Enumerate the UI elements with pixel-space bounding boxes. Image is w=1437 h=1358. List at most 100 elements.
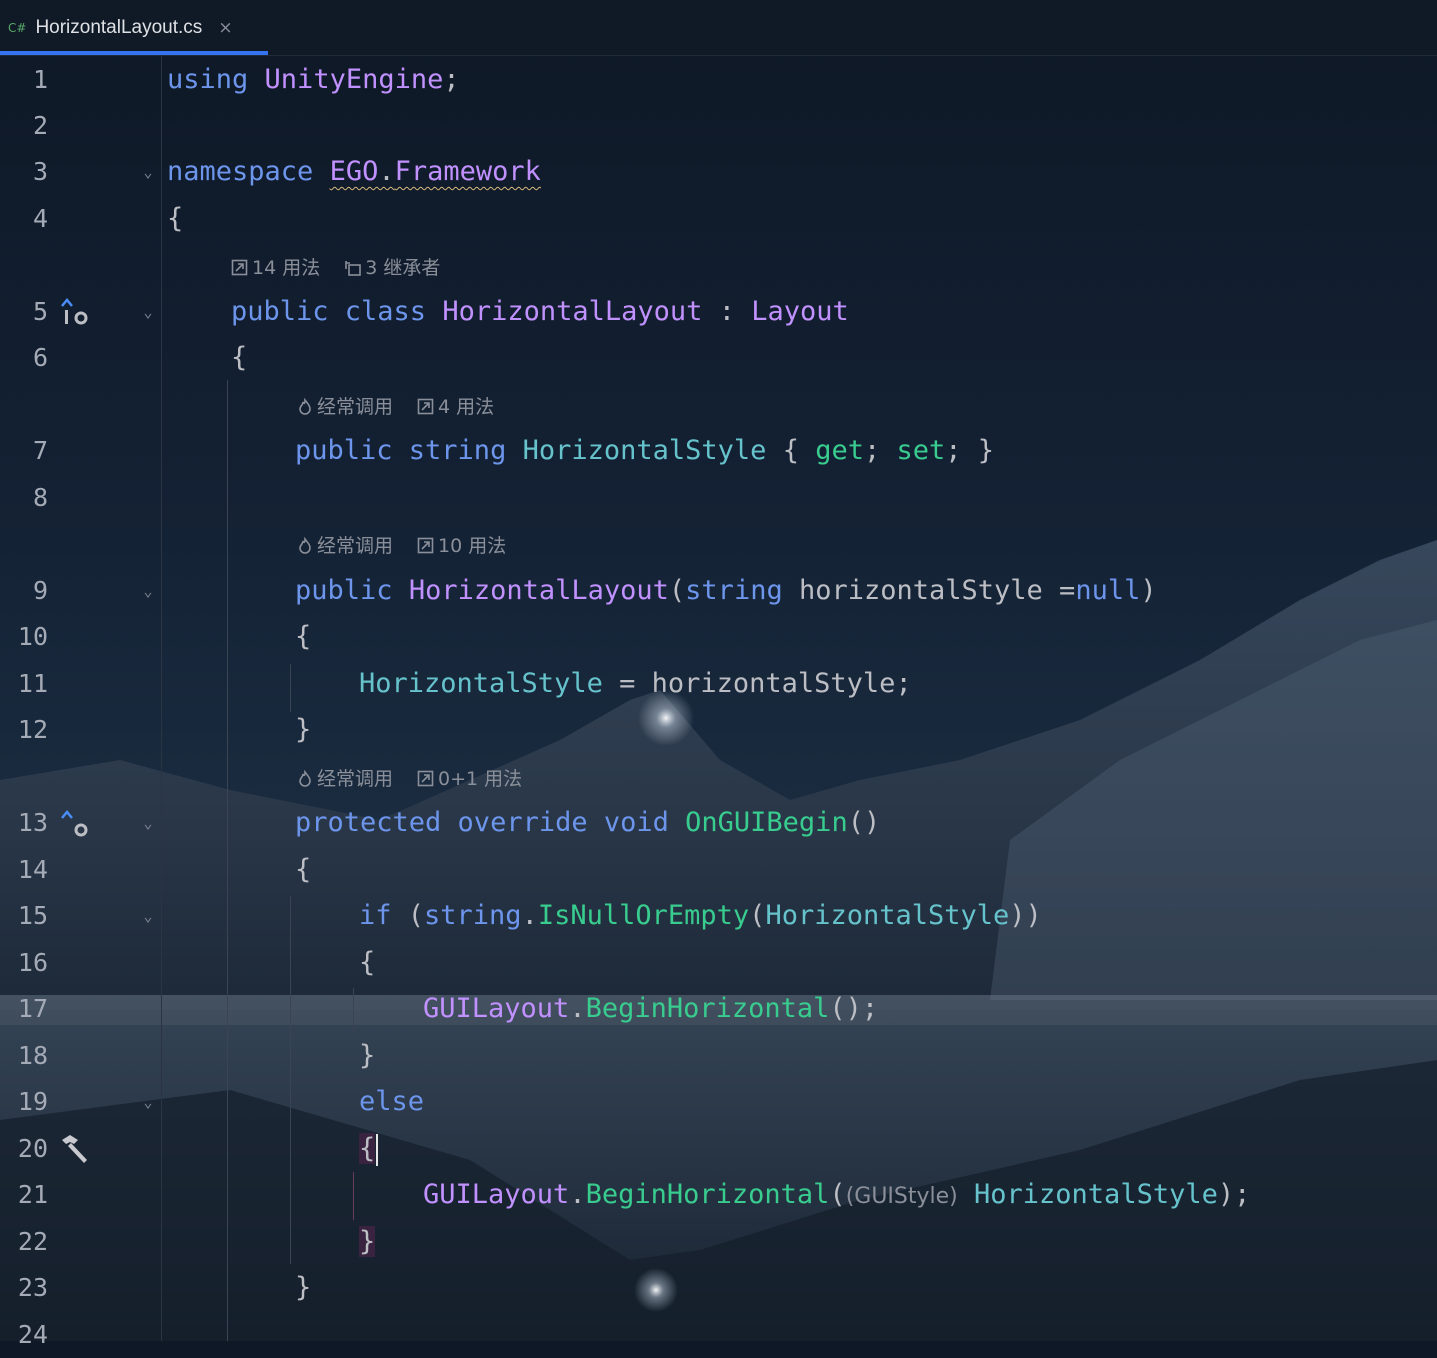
matched-brace: } (359, 1226, 376, 1257)
line-number: 17 (17, 994, 48, 1023)
punctuation: () (847, 807, 881, 838)
line-number: 14 (17, 855, 48, 884)
code-line-11[interactable]: HorizontalStyle = horizontalStyle; (359, 661, 912, 707)
line-number: 21 (17, 1180, 48, 1209)
indent-guide (353, 988, 354, 1032)
line-number: 9 (32, 576, 48, 605)
method-name: BeginHorizontal (585, 1179, 830, 1210)
usages-icon (417, 770, 434, 787)
usages-icon (417, 537, 434, 554)
code-line-18[interactable]: } (359, 1033, 375, 1079)
code-line-16[interactable]: { (359, 940, 375, 986)
code-line-13[interactable]: protected override void OnGUIBegin() (295, 800, 880, 846)
frequent-call-hint[interactable]: 经常调用 (317, 764, 393, 794)
line-number: 24 (17, 1320, 48, 1349)
punctuation: ( (391, 900, 425, 931)
overrides-icon[interactable] (58, 808, 92, 842)
keyword: namespace (167, 156, 314, 187)
assignment: = horizontalStyle; (602, 668, 912, 699)
code-line-23[interactable]: } (295, 1265, 311, 1311)
inlay-hints-constructor: 经常调用 10 用法 (296, 531, 506, 561)
line-number: 1 (32, 65, 48, 94)
indent-guide-active (353, 1172, 354, 1220)
parameter: horizontalStyle = (782, 575, 1076, 606)
punctuation: (); (829, 993, 879, 1024)
hot-call-icon (299, 537, 311, 554)
line-number: 15 (17, 901, 48, 930)
punctuation: ; (443, 64, 460, 95)
line-number: 10 (17, 622, 48, 651)
punctuation: ( (668, 575, 686, 606)
punctuation: ); (1217, 1179, 1251, 1210)
fold-chevron-icon[interactable]: ⌄ (138, 893, 158, 939)
fold-chevron-icon[interactable]: ⌄ (138, 800, 158, 846)
code-line-3[interactable]: namespace EGO.Framework (167, 149, 541, 195)
code-line-22[interactable]: } (359, 1219, 376, 1265)
code-line-5[interactable]: public class HorizontalLayout : Layout (231, 289, 849, 335)
close-icon[interactable]: × (218, 18, 232, 38)
method-name: BeginHorizontal (585, 993, 830, 1024)
code-line-21[interactable]: GUILayout.BeginHorizontal((GUIStyle) Hor… (423, 1172, 1250, 1218)
code-line-20[interactable]: { (359, 1126, 379, 1172)
keyword: protected override void (295, 807, 669, 838)
namespace-name: EGO (329, 156, 379, 187)
fold-chevron-icon[interactable]: ⌄ (138, 289, 158, 335)
code-line-4[interactable]: { (167, 196, 183, 242)
code-line-14[interactable]: { (295, 847, 311, 893)
inheritors-hint[interactable]: 3 继承者 (365, 253, 440, 283)
tab-horizontallayout-cs[interactable]: C# HorizontalLayout.cs × (0, 0, 268, 55)
punctuation: : (702, 296, 752, 327)
usages-hint[interactable]: 4 用法 (438, 392, 494, 422)
line-number: 20 (17, 1134, 48, 1163)
punctuation: . (521, 900, 538, 931)
inlay-hints-property: 经常调用 4 用法 (296, 392, 494, 422)
keyword: string (424, 900, 522, 931)
line-number: 3 (32, 157, 48, 186)
keyword: public (295, 575, 393, 606)
code-line-6[interactable]: { (231, 335, 247, 381)
active-tab-indicator (0, 51, 268, 55)
usages-hint[interactable]: 14 用法 (252, 253, 320, 283)
line-number: 23 (17, 1273, 48, 1302)
punctuation: ( (829, 1179, 846, 1210)
code-line-12[interactable]: } (295, 707, 311, 753)
keyword: public string (295, 435, 507, 466)
punctuation: ) (1140, 575, 1157, 606)
frequent-call-hint[interactable]: 经常调用 (317, 531, 393, 561)
line-number: 6 (32, 343, 48, 372)
keyword: if (359, 900, 392, 931)
property-name: HorizontalStyle (522, 435, 767, 466)
line-number: 16 (17, 948, 48, 977)
code-line-9[interactable]: public HorizontalLayout(string horizonta… (295, 568, 1157, 614)
code-line-17[interactable]: GUILayout.BeginHorizontal(); (423, 986, 878, 1032)
code-line-7[interactable]: public string HorizontalStyle { get; set… (295, 428, 994, 474)
code-line-1[interactable]: using UnityEngine; (167, 57, 460, 103)
frequent-call-hint[interactable]: 经常调用 (317, 392, 393, 422)
keyword: else (359, 1086, 425, 1117)
csharp-file-icon: C# (8, 20, 27, 35)
gutter-separator (161, 56, 162, 1341)
fold-chevron-icon[interactable]: ⌄ (138, 568, 158, 614)
code-line-10[interactable]: { (295, 614, 311, 660)
code-line-19[interactable]: else (359, 1079, 424, 1125)
keyword: using (167, 64, 249, 95)
usages-hint[interactable]: 10 用法 (438, 531, 506, 561)
implemented-override-icon[interactable] (58, 296, 92, 330)
keyword: string (685, 575, 783, 606)
hot-call-icon (299, 398, 311, 415)
punctuation: )) (1009, 900, 1042, 931)
class-name: HorizontalLayout (442, 296, 703, 327)
property-name: HorizontalStyle (765, 900, 1010, 931)
fold-chevron-icon[interactable]: ⌄ (138, 149, 158, 195)
build-hammer-icon[interactable] (58, 1132, 92, 1166)
punctuation: . (569, 993, 586, 1024)
property-name: HorizontalStyle (359, 668, 603, 699)
usages-hint[interactable]: 0+1 用法 (438, 764, 522, 794)
line-number: 8 (32, 483, 48, 512)
fold-chevron-icon[interactable]: ⌄ (138, 1079, 158, 1125)
code-line-15[interactable]: if (string.IsNullOrEmpty(HorizontalStyle… (359, 893, 1042, 939)
keyword: null (1075, 575, 1141, 606)
indent-guide (227, 380, 228, 1341)
namespace-name: UnityEngine (264, 64, 444, 95)
punctuation: . (569, 1179, 586, 1210)
